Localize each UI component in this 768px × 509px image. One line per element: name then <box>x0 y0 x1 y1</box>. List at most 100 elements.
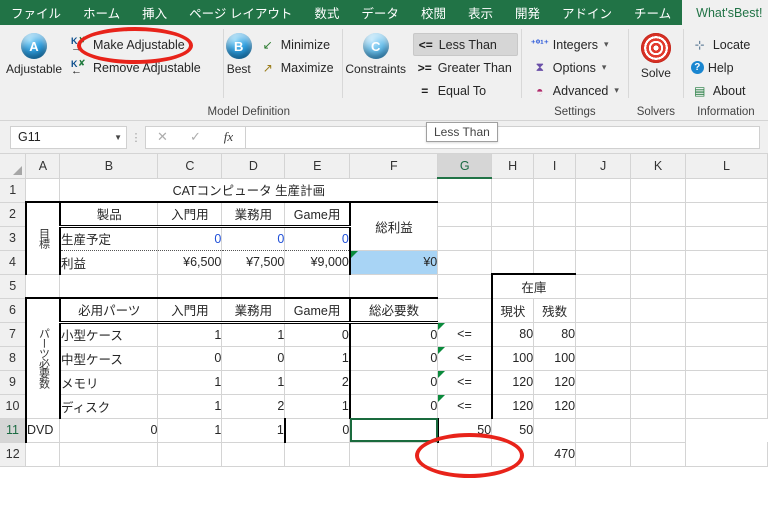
cell-F12[interactable] <box>349 442 439 467</box>
cell-D10[interactable]: 2 <box>221 394 286 419</box>
cell-I9[interactable]: 120 <box>533 370 577 395</box>
cell-K2[interactable] <box>630 202 687 227</box>
cell-C4[interactable]: ¥6,500 <box>157 250 223 275</box>
cell-C3[interactable]: 0 <box>157 224 223 251</box>
cell-D2[interactable]: 業務用 <box>221 201 286 227</box>
cell-K1[interactable] <box>630 178 687 203</box>
cell-G6[interactable] <box>437 298 493 323</box>
cell-B3[interactable]: 生産予定 <box>58 224 159 251</box>
cell-J11[interactable] <box>533 418 577 443</box>
row-header-1[interactable]: 1 <box>0 178 27 203</box>
remove-adjustable-button[interactable]: K ✘ ← Remove Adjustable <box>68 56 207 79</box>
row-header-12[interactable]: 12 <box>0 442 27 467</box>
best-button[interactable]: B Best <box>224 29 254 76</box>
cell-K12[interactable] <box>630 442 687 467</box>
adjustable-button[interactable]: A Adjustable <box>0 29 68 76</box>
equal-to-button[interactable]: = Equal To <box>413 79 518 102</box>
cell-K5[interactable] <box>630 274 687 299</box>
cell-L11[interactable] <box>630 418 687 443</box>
cell-L5[interactable] <box>685 274 768 299</box>
cell-I6-remaining-stock[interactable]: 残数 <box>533 298 577 323</box>
row-header-6[interactable]: 6 <box>0 298 27 323</box>
row-header-10[interactable]: 10 <box>0 394 27 419</box>
cell-B6[interactable]: 必用パーツ <box>58 297 159 323</box>
cell-C2[interactable]: 入門用 <box>157 201 223 227</box>
cell-K4[interactable] <box>630 250 687 275</box>
column-header-A[interactable]: A <box>25 154 61 179</box>
cell-L6[interactable] <box>685 298 768 323</box>
cell-B11[interactable]: DVD <box>24 418 61 443</box>
cell-C10[interactable]: 1 <box>157 394 223 419</box>
cell-B7[interactable]: 小型ケース <box>58 320 159 347</box>
chevron-down-icon[interactable]: ▾ <box>604 39 609 50</box>
cell-H10[interactable]: 120 <box>490 394 535 419</box>
cell-H6-current-stock[interactable]: 現状 <box>490 298 535 323</box>
cell-B1-title[interactable]: CATコンピュータ 生産計画 <box>59 178 439 203</box>
cell-H12[interactable] <box>491 442 535 467</box>
cell-L9[interactable] <box>685 370 768 395</box>
cell-F6[interactable]: 総必要数 <box>348 297 439 323</box>
constraints-button[interactable]: C Constraints <box>343 29 409 76</box>
cell-E5[interactable] <box>284 274 351 299</box>
column-header-I[interactable]: I <box>533 154 577 179</box>
less-than-button[interactable]: <= Less Than <box>412 33 518 56</box>
cell-F10[interactable]: 0 <box>348 394 439 419</box>
cell-I12-total[interactable]: 470 <box>533 442 577 467</box>
cell-L12[interactable] <box>685 442 768 467</box>
cell-K6[interactable] <box>630 298 687 323</box>
cell-B5[interactable] <box>59 274 159 299</box>
column-header-C[interactable]: C <box>157 154 223 179</box>
cell-C12[interactable] <box>157 442 223 467</box>
column-header-B[interactable]: B <box>59 154 159 179</box>
cell-B2[interactable]: 製品 <box>58 201 159 227</box>
cell-G3[interactable] <box>437 226 493 251</box>
cell-E12[interactable] <box>284 442 351 467</box>
cell-F9[interactable]: 0 <box>348 370 439 395</box>
cell-G12[interactable] <box>437 442 493 467</box>
locate-button[interactable]: ⊹ Locate <box>688 33 757 56</box>
cell-E10[interactable]: 1 <box>284 394 351 419</box>
cell-A6-side-label[interactable]: パーツ必要数 <box>24 297 61 419</box>
cell-G1[interactable] <box>437 178 493 203</box>
cell-E2[interactable]: Game用 <box>284 201 351 227</box>
cell-L4[interactable] <box>685 250 768 275</box>
tab-data[interactable]: データ <box>350 0 410 25</box>
cell-J7[interactable] <box>575 322 632 347</box>
cell-G11-selected[interactable] <box>349 418 439 443</box>
cell-E9[interactable]: 2 <box>284 370 351 395</box>
row-header-2[interactable]: 2 <box>0 202 27 227</box>
cell-L2[interactable] <box>685 202 768 227</box>
cell-J5[interactable] <box>575 274 632 299</box>
cell-H7[interactable]: 80 <box>490 321 535 347</box>
cell-I1[interactable] <box>533 178 577 203</box>
cell-J6[interactable] <box>575 298 632 323</box>
cancel-formula-button[interactable]: ✕ <box>146 129 179 145</box>
cell-G2[interactable] <box>437 202 493 227</box>
cell-I8[interactable]: 100 <box>533 346 577 371</box>
cell-C6[interactable]: 入門用 <box>157 297 223 323</box>
cell-A5[interactable] <box>25 274 61 299</box>
cell-D4[interactable]: ¥7,500 <box>221 250 286 275</box>
solve-button[interactable]: Solve <box>629 29 683 80</box>
column-header-E[interactable]: E <box>284 154 351 179</box>
confirm-formula-button[interactable]: ✓ <box>179 129 212 145</box>
cell-G9-operator[interactable]: <= <box>437 370 493 395</box>
cell-J2[interactable] <box>575 202 632 227</box>
cell-C8[interactable]: 0 <box>157 346 223 371</box>
cell-L3[interactable] <box>685 226 768 251</box>
tab-file[interactable]: ファイル <box>0 0 72 25</box>
chevron-down-icon[interactable]: ▾ <box>602 62 607 73</box>
cell-J9[interactable] <box>575 370 632 395</box>
name-box[interactable]: G11 ▼ <box>10 125 127 149</box>
cell-G5[interactable] <box>437 274 493 299</box>
cell-L8[interactable] <box>685 346 768 371</box>
cell-H2[interactable] <box>491 202 535 227</box>
tab-view[interactable]: 表示 <box>457 0 504 25</box>
row-header-3[interactable]: 3 <box>0 226 27 251</box>
cell-E4[interactable]: ¥9,000 <box>284 250 351 275</box>
cell-F5[interactable] <box>349 274 439 299</box>
cell-F8[interactable]: 0 <box>348 346 439 371</box>
greater-than-button[interactable]: >= Greater Than <box>413 56 518 79</box>
cell-D7[interactable]: 1 <box>221 320 286 347</box>
cell-G10-operator[interactable]: <= <box>437 394 493 419</box>
